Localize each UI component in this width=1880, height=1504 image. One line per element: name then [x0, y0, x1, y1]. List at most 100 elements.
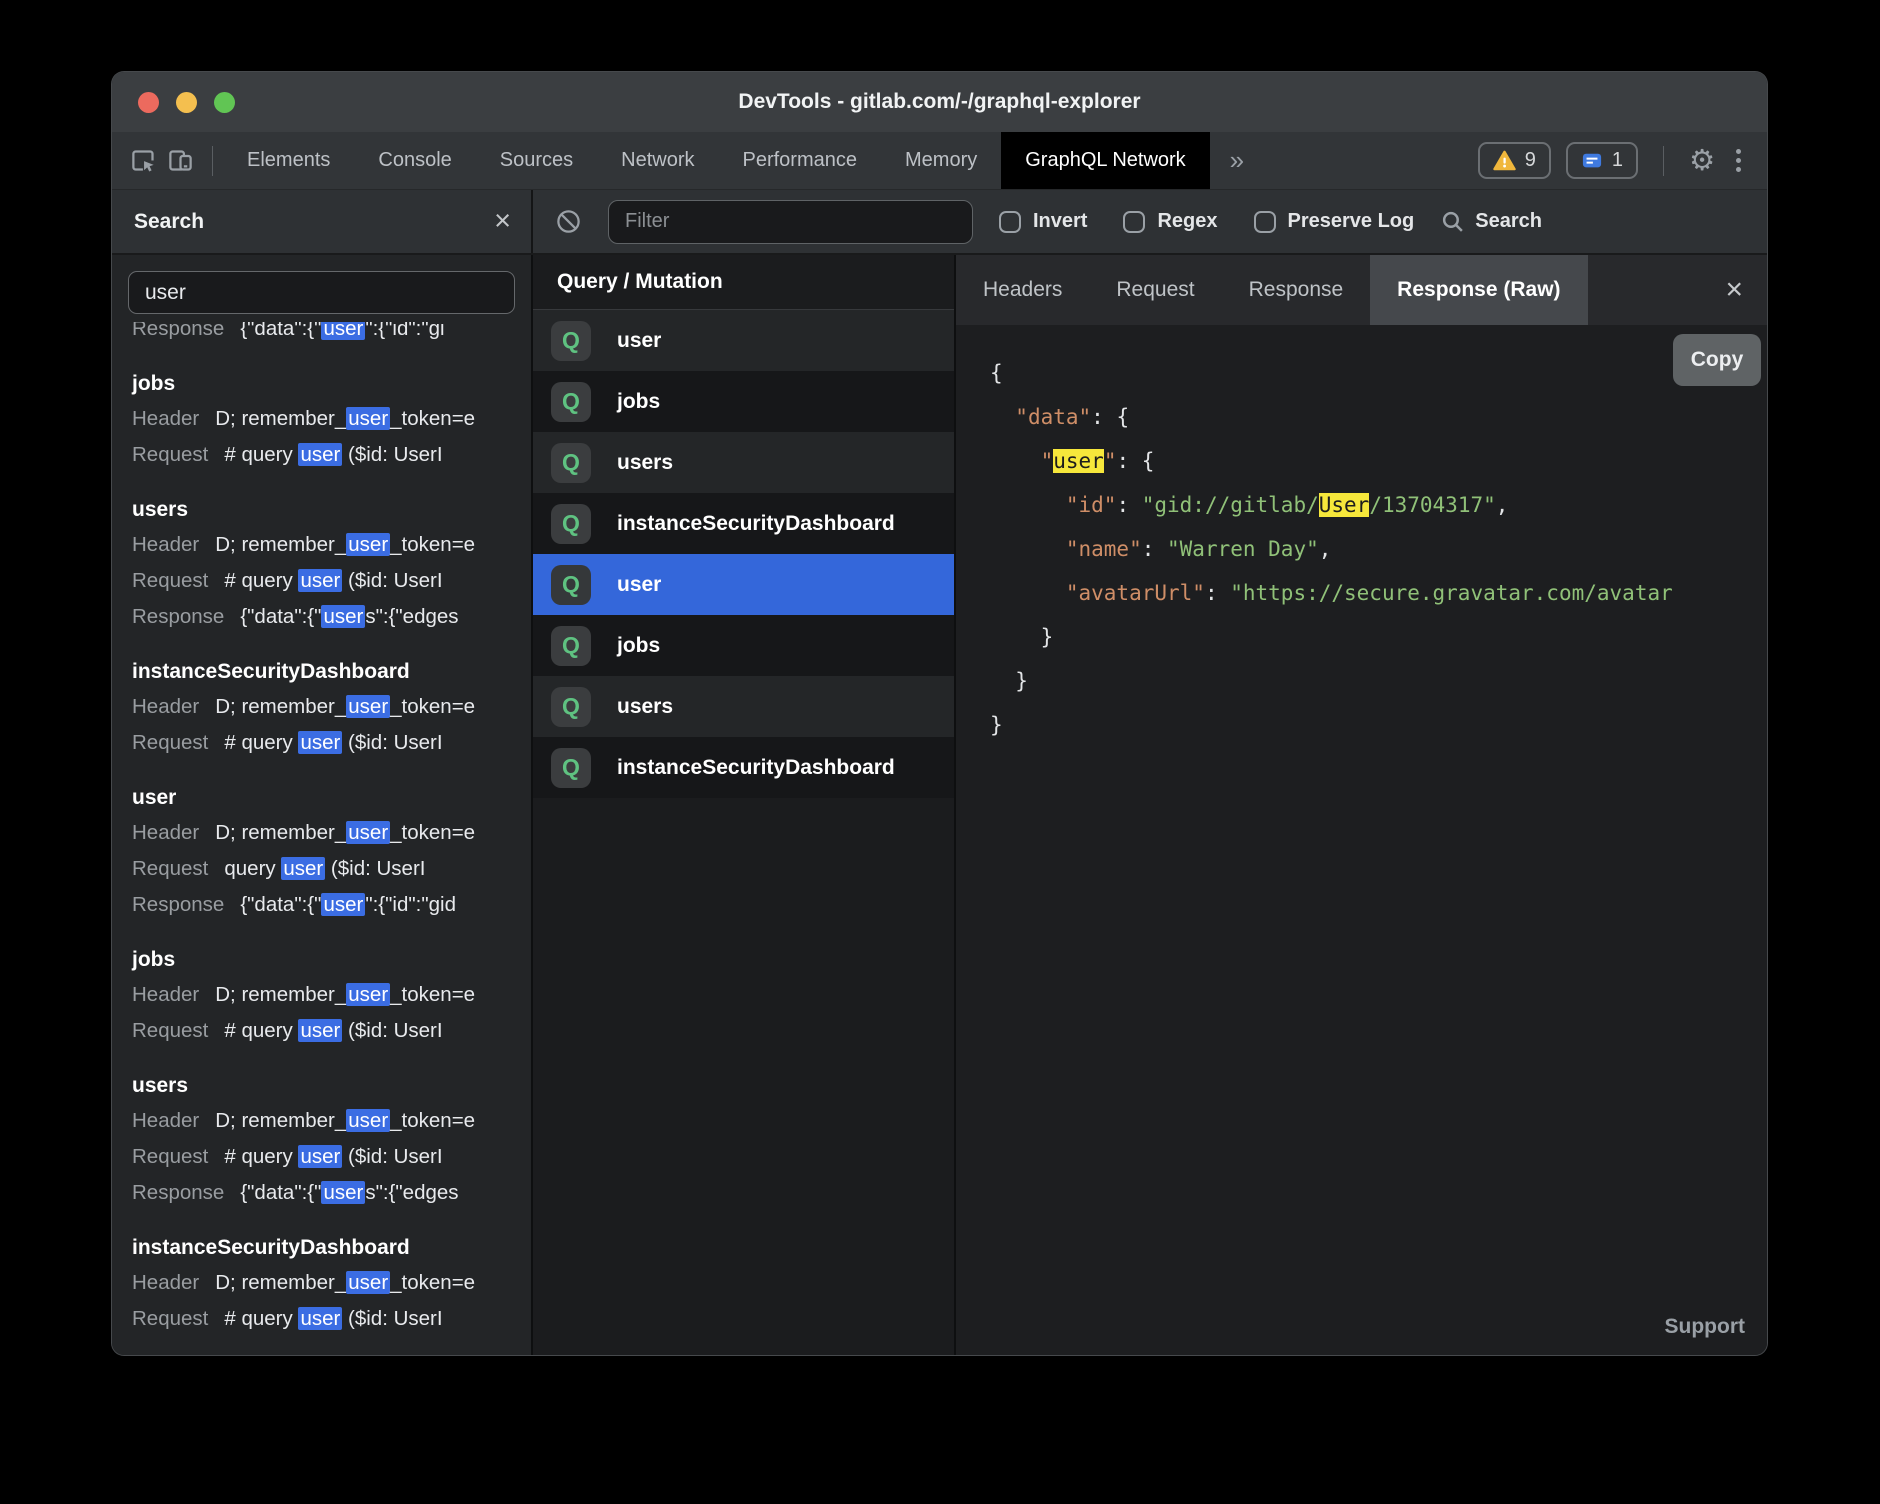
toolbar-separator [212, 146, 213, 176]
checkbox-invert[interactable]: Invert [999, 210, 1087, 233]
search-result-line[interactable]: Response{"data":{"users":{"edges [132, 1175, 531, 1211]
warnings-badge[interactable]: 9 [1478, 142, 1551, 179]
result-line-label: Request [132, 443, 208, 466]
result-line-label: Response [132, 605, 224, 628]
search-result-line[interactable]: Request# query user ($id: UserI [132, 725, 531, 761]
query-row[interactable]: QinstanceSecurityDashboard [533, 737, 954, 798]
query-row-label: jobs [617, 634, 660, 658]
result-line-label: Header [132, 533, 199, 556]
search-result-line[interactable]: Request# query user ($id: UserI [132, 563, 531, 599]
search-input[interactable] [128, 271, 515, 314]
search-result-line[interactable]: HeaderD; remember_user_token=e [132, 689, 531, 725]
window-title: DevTools - gitlab.com/-/graphql-explorer [738, 90, 1140, 114]
message-icon [1581, 151, 1603, 171]
tab-graphql-network[interactable]: GraphQL Network [1001, 132, 1209, 189]
search-result-line[interactable]: HeaderD; remember_user_token=e [132, 815, 531, 851]
query-row-label: users [617, 451, 673, 475]
tab-sources[interactable]: Sources [476, 132, 597, 189]
query-row[interactable]: Qusers [533, 676, 954, 737]
query-row[interactable]: Qjobs [533, 371, 954, 432]
search-result-section-title[interactable]: jobs [132, 367, 531, 401]
search-result-line[interactable]: Response{"data":{"user":{"id":"gi [132, 322, 531, 347]
query-row[interactable]: QinstanceSecurityDashboard [533, 493, 954, 554]
traffic-lights [138, 92, 235, 113]
settings-gear-icon[interactable]: ⚙ [1689, 146, 1715, 175]
checkbox-box [1123, 211, 1145, 233]
warning-icon [1493, 150, 1516, 171]
maximize-window-button[interactable] [214, 92, 235, 113]
search-result-line[interactable]: Response{"data":{"users":{"edges [132, 599, 531, 635]
inspect-element-icon[interactable] [130, 147, 157, 174]
tab-network[interactable]: Network [597, 132, 718, 189]
tab-elements[interactable]: Elements [223, 132, 354, 189]
titlebar: DevTools - gitlab.com/-/graphql-explorer [112, 72, 1767, 132]
search-result-line[interactable]: Request# query user ($id: UserI [132, 437, 531, 473]
devtools-window: DevTools - gitlab.com/-/graphql-explorer… [112, 72, 1767, 1355]
messages-badge[interactable]: 1 [1566, 142, 1638, 179]
minimize-window-button[interactable] [176, 92, 197, 113]
query-type-badge: Q [551, 748, 591, 788]
checkbox-preserve-log[interactable]: Preserve Log [1254, 210, 1415, 233]
kebab-menu-icon[interactable] [1730, 149, 1747, 172]
response-tab-response-raw[interactable]: Response (Raw) [1370, 255, 1587, 325]
filter-toolbar-row: Search × Invert Regex Preserve Log [112, 190, 1767, 255]
query-mutation-panel: Query / Mutation QuserQjobsQusersQinstan… [531, 255, 956, 1355]
clipped-result-line: Response{"data":{"user":{"id":"gi [132, 322, 531, 347]
query-row-label: instanceSecurityDashboard [617, 756, 895, 780]
search-result-section-title[interactable]: user [132, 781, 531, 815]
search-result-line[interactable]: Response{"data":{"user":{"id":"gid [132, 887, 531, 923]
tab-performance[interactable]: Performance [719, 132, 882, 189]
close-search-icon[interactable]: × [494, 207, 511, 236]
query-type-badge: Q [551, 321, 591, 361]
search-result-section-title[interactable]: instanceSecurityDashboard [132, 1231, 531, 1265]
query-row[interactable]: Qusers [533, 432, 954, 493]
checkbox-regex[interactable]: Regex [1123, 210, 1217, 233]
more-tabs-chevron[interactable]: » [1210, 132, 1264, 189]
clear-requests-icon[interactable] [555, 208, 582, 235]
query-type-badge: Q [551, 443, 591, 483]
search-result-line[interactable]: HeaderD; remember_user_token=e [132, 527, 531, 563]
search-result-line[interactable]: HeaderD; remember_user_token=e [132, 401, 531, 437]
search-result-line[interactable]: Request# query user ($id: UserI [132, 1301, 531, 1337]
checkbox-box [999, 211, 1021, 233]
result-line-label: Request [132, 857, 208, 880]
result-line-label: Request [132, 569, 208, 592]
response-tab-headers[interactable]: Headers [956, 255, 1089, 325]
result-line-label: Header [132, 695, 199, 718]
close-window-button[interactable] [138, 92, 159, 113]
search-result-line[interactable]: HeaderD; remember_user_token=e [132, 977, 531, 1013]
json-line: } [990, 615, 1767, 659]
query-row[interactable]: Quser [533, 310, 954, 371]
search-results-panel: Response{"data":{"user":{"id":"gijobsHea… [112, 255, 531, 1355]
search-result-line[interactable]: HeaderD; remember_user_token=e [132, 1103, 531, 1139]
search-result-section-title[interactable]: users [132, 1069, 531, 1103]
search-result-section-title[interactable]: jobs [132, 943, 531, 977]
search-result-line[interactable]: Request# query user ($id: UserI [132, 1139, 531, 1175]
device-toolbar-icon[interactable] [167, 147, 194, 174]
result-line-label: Header [132, 407, 199, 430]
search-panel-title: Search [134, 210, 204, 234]
checkbox-label: Preserve Log [1288, 210, 1415, 233]
query-row-selected[interactable]: Quser [533, 554, 954, 615]
search-result-section-title[interactable]: users [132, 493, 531, 527]
result-line-label: Request [132, 731, 208, 754]
search-result-line[interactable]: Requestquery user ($id: UserI [132, 851, 531, 887]
close-response-icon[interactable]: × [1725, 273, 1767, 307]
json-line: { [990, 351, 1767, 395]
query-row-label: user [617, 329, 661, 353]
json-line: "name": "Warren Day", [990, 527, 1767, 571]
query-row[interactable]: Qjobs [533, 615, 954, 676]
search-result-section-title[interactable]: instanceSecurityDashboard [132, 655, 531, 689]
search-result-line[interactable]: HeaderD; remember_user_token=e [132, 1265, 531, 1301]
copy-button[interactable]: Copy [1673, 334, 1761, 386]
tab-memory[interactable]: Memory [881, 132, 1001, 189]
tab-console[interactable]: Console [354, 132, 475, 189]
support-link[interactable]: Support [1665, 1315, 1745, 1339]
search-result-line[interactable]: Request# query user ($id: UserI [132, 1013, 531, 1049]
search-toggle[interactable]: Search [1440, 209, 1542, 234]
response-tab-request[interactable]: Request [1089, 255, 1221, 325]
response-tab-response[interactable]: Response [1222, 255, 1371, 325]
result-line-label: Request [132, 1307, 208, 1330]
json-line: "id": "gid://gitlab/User/13704317", [990, 483, 1767, 527]
filter-input[interactable] [608, 200, 973, 244]
